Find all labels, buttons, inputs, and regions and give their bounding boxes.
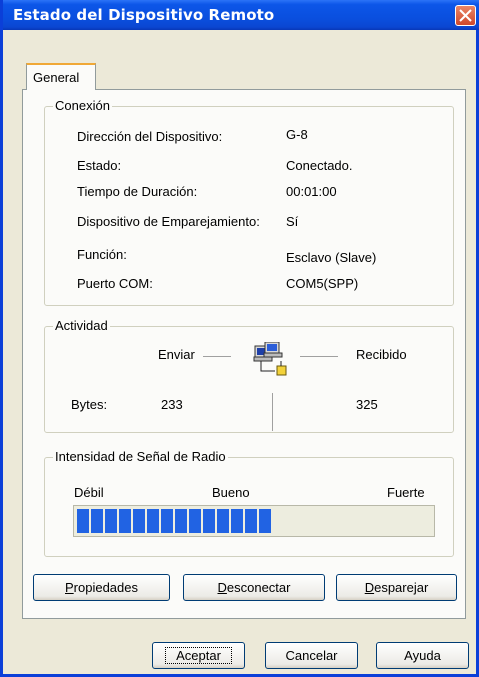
role-value: Esclavo (Slave) <box>286 250 377 265</box>
com-port-label: Puerto COM: <box>77 276 153 291</box>
close-button[interactable] <box>455 5 476 26</box>
cancel-button-label: Cancelar <box>285 648 338 663</box>
duration-label: Tiempo de Duración: <box>77 184 198 199</box>
signal-strength-group-label: Intensidad de Señal de Radio <box>53 449 228 464</box>
network-computers-icon <box>253 342 287 376</box>
unpair-button[interactable]: Desparejar <box>336 574 457 601</box>
signal-weak-label: Débil <box>74 485 104 500</box>
signal-strength-block <box>203 509 215 533</box>
title-bar[interactable]: Estado del Dispositivo Remoto <box>3 0 479 30</box>
signal-strength-bar <box>73 505 435 537</box>
duration-value: 00:01:00 <box>286 184 337 199</box>
properties-button[interactable]: Propiedades <box>33 574 170 601</box>
signal-strength-block <box>105 509 117 533</box>
bytes-received-value: 325 <box>356 397 378 412</box>
signal-strength-block <box>91 509 103 533</box>
signal-strength-block <box>217 509 229 533</box>
window-title: Estado del Dispositivo Remoto <box>13 6 275 24</box>
status-value: Conectado. <box>286 158 353 173</box>
com-port-value: COM5(SPP) <box>286 276 359 291</box>
signal-good-label: Bueno <box>212 485 250 500</box>
device-address-value: G-8 <box>286 127 308 142</box>
signal-strength-block <box>133 509 145 533</box>
help-button-label: Ayuda <box>404 648 441 663</box>
signal-strength-block <box>245 509 257 533</box>
bytes-sent-value: 233 <box>161 397 183 412</box>
activity-divider <box>272 393 273 431</box>
send-label: Enviar <box>158 347 195 362</box>
close-icon <box>459 9 472 22</box>
signal-strength-block <box>189 509 201 533</box>
disconnect-button[interactable]: Desconectar <box>183 574 325 601</box>
properties-button-label: Propiedades <box>65 580 138 595</box>
activity-group-label: Actividad <box>53 318 110 333</box>
activity-group: Actividad <box>44 318 454 433</box>
help-button[interactable]: Ayuda <box>376 642 469 669</box>
signal-strength-block <box>259 509 271 533</box>
role-label: Función: <box>77 247 127 262</box>
connection-group-label: Conexión <box>53 98 112 113</box>
signal-strength-block <box>175 509 187 533</box>
tab-general-label: General <box>33 70 80 85</box>
signal-strength-fill <box>77 509 273 533</box>
send-line <box>203 356 231 357</box>
accept-button[interactable]: Aceptar <box>152 642 245 669</box>
signal-strength-block <box>147 509 159 533</box>
receive-line <box>300 356 338 357</box>
signal-strong-label: Fuerte <box>387 485 425 500</box>
accept-button-label: Aceptar <box>165 647 232 664</box>
signal-strength-block <box>77 509 89 533</box>
tab-general[interactable]: General <box>26 63 96 90</box>
signal-strength-block <box>231 509 243 533</box>
paired-device-value: Sí <box>286 214 299 229</box>
tab-panel-general: Conexión Dirección del Dispositivo: G-8 … <box>22 89 466 619</box>
receive-label: Recibido <box>356 347 407 362</box>
status-label: Estado: <box>77 158 122 173</box>
paired-device-label: Dispositivo de Emparejamiento: <box>77 214 260 229</box>
unpair-button-label: Desparejar <box>364 580 429 595</box>
signal-strength-block <box>119 509 131 533</box>
bytes-label: Bytes: <box>71 397 108 412</box>
cancel-button[interactable]: Cancelar <box>265 642 358 669</box>
signal-strength-block <box>161 509 173 533</box>
device-address-label: Dirección del Dispositivo: <box>77 129 223 144</box>
disconnect-button-label: Desconectar <box>217 580 291 595</box>
